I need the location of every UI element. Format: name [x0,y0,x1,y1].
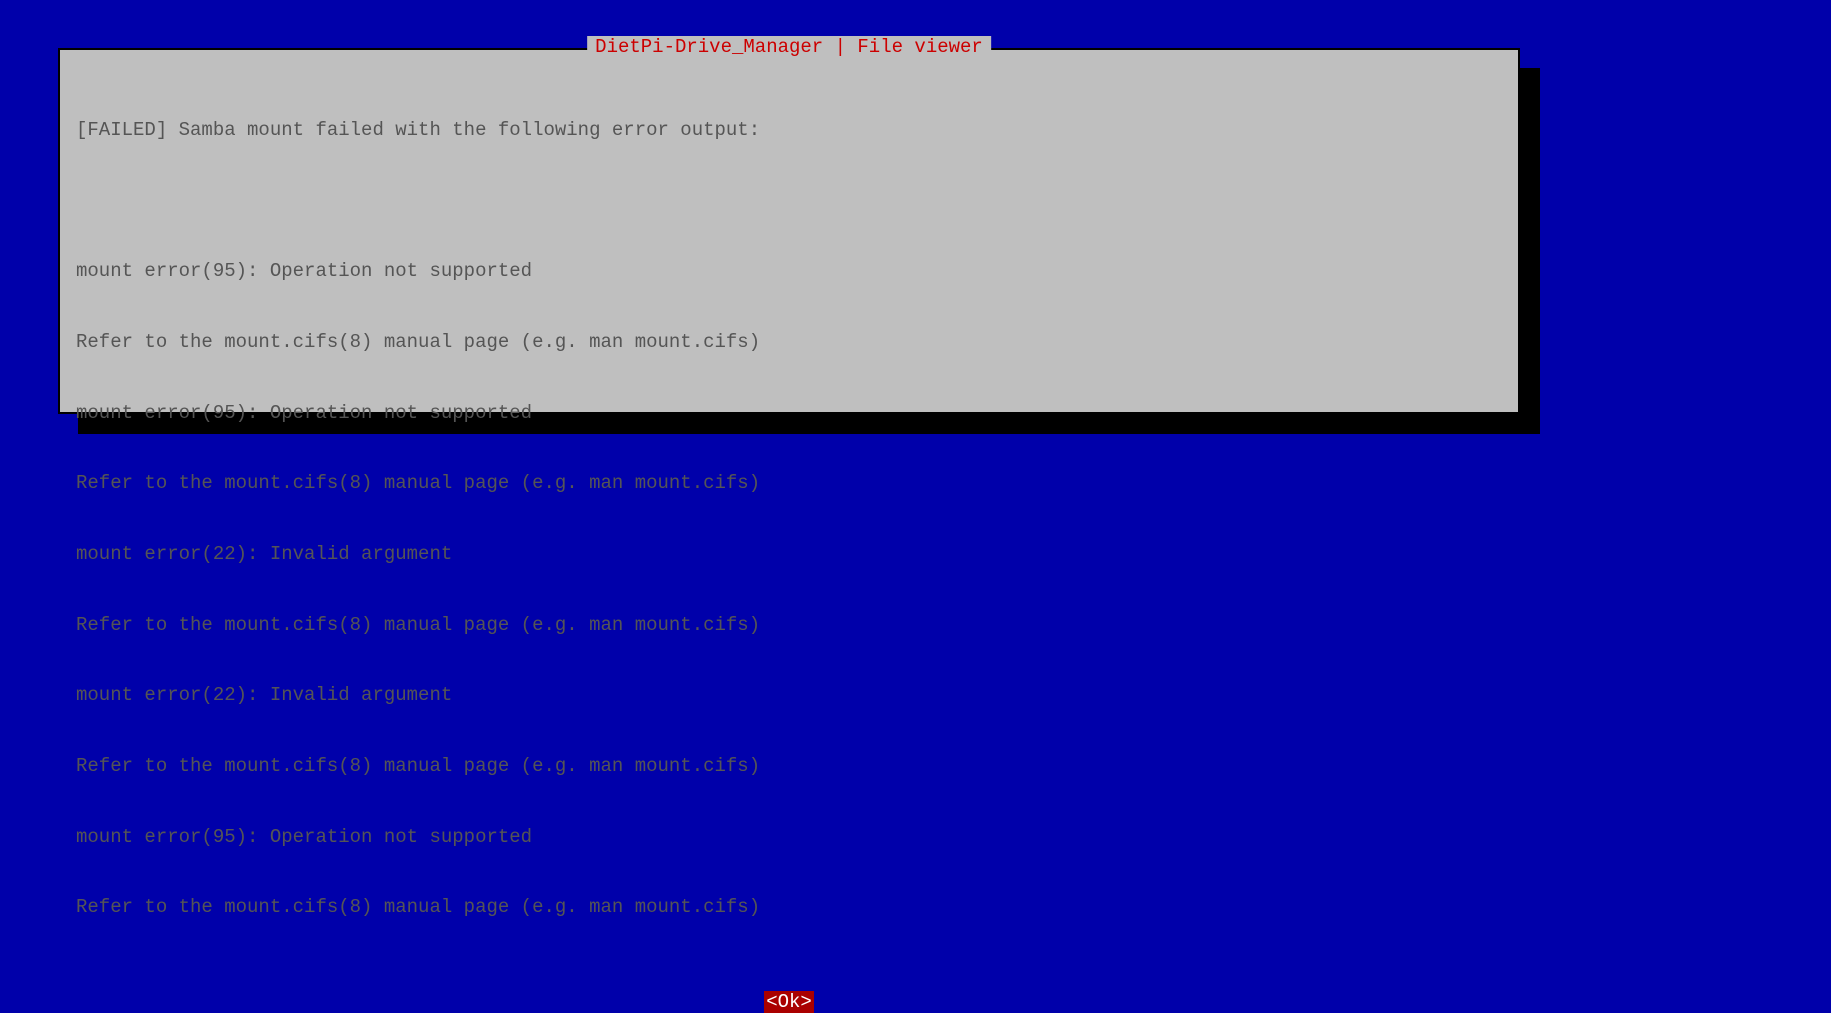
message-line: Refer to the mount.cifs(8) manual page (… [76,755,1502,779]
message-line: Refer to the mount.cifs(8) manual page (… [76,896,1502,920]
message-line: mount error(95): Operation not supported [76,402,1502,426]
message-line: Refer to the mount.cifs(8) manual page (… [76,472,1502,496]
button-row: <Ok> [60,991,1518,1013]
message-line: Refer to the mount.cifs(8) manual page (… [76,614,1502,638]
status-line: [FAILED] Samba mount failed with the fol… [76,119,1502,143]
dialog-title: DietPi-Drive_Manager | File viewer [587,36,991,58]
file-viewer-dialog: DietPi-Drive_Manager | File viewer [FAIL… [58,48,1520,414]
ok-button[interactable]: <Ok> [764,991,814,1013]
message-line: mount error(22): Invalid argument [76,684,1502,708]
message-line: mount error(95): Operation not supported [76,826,1502,850]
blank-line [76,190,1502,214]
message-line: mount error(95): Operation not supported [76,260,1502,284]
message-line: Refer to the mount.cifs(8) manual page (… [76,331,1502,355]
dialog-content: [FAILED] Samba mount failed with the fol… [60,50,1518,977]
message-line: mount error(22): Invalid argument [76,543,1502,567]
